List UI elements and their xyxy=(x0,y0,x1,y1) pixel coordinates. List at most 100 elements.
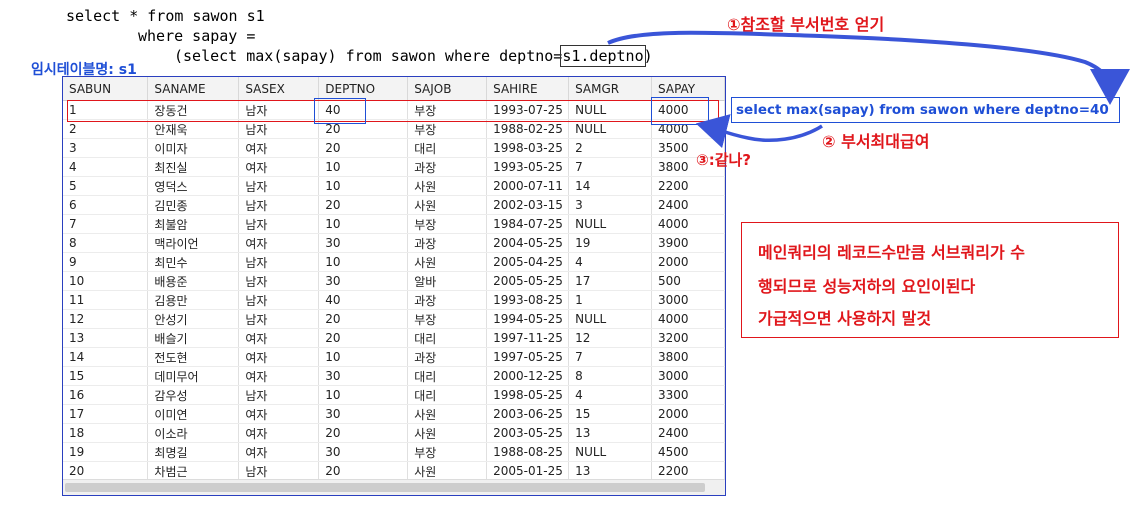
cell-sapay[interactable]: 3000 xyxy=(651,290,725,310)
cell-sasex[interactable]: 남자 xyxy=(238,176,320,196)
table-row[interactable]: 19 최명길 여자 30 부장 1988-08-25 NULL 4500 xyxy=(63,442,725,462)
cell-sasex[interactable]: 남자 xyxy=(238,271,320,291)
cell-deptno[interactable]: 40 xyxy=(318,290,409,310)
cell-sajob[interactable]: 부장 xyxy=(407,119,488,139)
cell-sasex[interactable]: 여자 xyxy=(238,347,320,367)
cell-saname[interactable]: 최불암 xyxy=(147,214,240,234)
cell-sasex[interactable]: 여자 xyxy=(238,442,320,462)
table-row[interactable]: 11 김용만 남자 40 과장 1993-08-25 1 3000 xyxy=(63,290,725,310)
cell-deptno[interactable]: 30 xyxy=(318,233,409,253)
cell-samgr[interactable]: NULL xyxy=(568,119,653,139)
cell-sajob[interactable]: 과장 xyxy=(407,233,488,253)
column-header-sasex[interactable]: SASEX xyxy=(238,77,320,101)
cell-sasex[interactable]: 남자 xyxy=(238,290,320,310)
cell-sapay[interactable]: 2200 xyxy=(651,461,725,481)
cell-sapay[interactable]: 4000 xyxy=(651,214,725,234)
cell-sabun[interactable]: 10 xyxy=(63,271,149,291)
cell-sahire[interactable]: 1998-03-25 xyxy=(486,138,570,158)
cell-sahire[interactable]: 1997-11-25 xyxy=(486,328,570,348)
scrollbar-thumb[interactable] xyxy=(65,483,705,492)
cell-sapay[interactable]: 2200 xyxy=(651,176,725,196)
cell-sapay[interactable]: 2400 xyxy=(651,423,725,443)
cell-samgr[interactable]: 4 xyxy=(568,385,653,405)
table-row[interactable]: 9 최민수 남자 10 사원 2005-04-25 4 2000 xyxy=(63,252,725,272)
cell-sajob[interactable]: 사원 xyxy=(407,252,488,272)
cell-saname[interactable]: 배용준 xyxy=(147,271,240,291)
column-header-sabun[interactable]: SABUN xyxy=(63,77,149,101)
cell-sasex[interactable]: 남자 xyxy=(238,385,320,405)
cell-samgr[interactable]: 13 xyxy=(568,423,653,443)
cell-sapay[interactable]: 2400 xyxy=(651,195,725,215)
cell-sapay[interactable]: 4000 xyxy=(651,309,725,329)
horizontal-scrollbar[interactable] xyxy=(63,479,725,495)
cell-samgr[interactable]: 7 xyxy=(568,157,653,177)
cell-sasex[interactable]: 여자 xyxy=(238,404,320,424)
cell-sabun[interactable]: 12 xyxy=(63,309,149,329)
cell-saname[interactable]: 안성기 xyxy=(147,309,240,329)
cell-sahire[interactable]: 2003-05-25 xyxy=(486,423,570,443)
cell-sahire[interactable]: 2005-04-25 xyxy=(486,252,570,272)
cell-deptno[interactable]: 30 xyxy=(318,442,409,462)
cell-deptno[interactable]: 20 xyxy=(318,195,409,215)
cell-sajob[interactable]: 사원 xyxy=(407,195,488,215)
cell-saname[interactable]: 감우성 xyxy=(147,385,240,405)
column-header-samgr[interactable]: SAMGR xyxy=(568,77,653,101)
cell-sapay[interactable]: 3200 xyxy=(651,328,725,348)
cell-saname[interactable]: 이미자 xyxy=(147,138,240,158)
table-row[interactable]: 2 안재욱 남자 20 부장 1988-02-25 NULL 4000 xyxy=(63,119,725,139)
cell-sapay[interactable]: 3000 xyxy=(651,366,725,386)
cell-samgr[interactable]: 4 xyxy=(568,252,653,272)
cell-deptno[interactable]: 20 xyxy=(318,423,409,443)
cell-sajob[interactable]: 과장 xyxy=(407,347,488,367)
cell-samgr[interactable]: 12 xyxy=(568,328,653,348)
cell-samgr[interactable]: 3 xyxy=(568,195,653,215)
cell-sahire[interactable]: 1994-05-25 xyxy=(486,309,570,329)
cell-sasex[interactable]: 남자 xyxy=(238,252,320,272)
cell-sabun[interactable]: 14 xyxy=(63,347,149,367)
table-row[interactable]: 13 배슬기 여자 20 대리 1997-11-25 12 3200 xyxy=(63,328,725,348)
cell-samgr[interactable]: 15 xyxy=(568,404,653,424)
cell-sahire[interactable]: 1993-08-25 xyxy=(486,290,570,310)
cell-sajob[interactable]: 알바 xyxy=(407,271,488,291)
cell-saname[interactable]: 영덕스 xyxy=(147,176,240,196)
cell-samgr[interactable]: 1 xyxy=(568,290,653,310)
cell-sabun[interactable]: 6 xyxy=(63,195,149,215)
cell-deptno[interactable]: 10 xyxy=(318,252,409,272)
cell-sajob[interactable]: 대리 xyxy=(407,138,488,158)
table-row[interactable]: 3 이미자 여자 20 대리 1998-03-25 2 3500 xyxy=(63,138,725,158)
cell-sasex[interactable]: 남자 xyxy=(238,309,320,329)
cell-sahire[interactable]: 2000-07-11 xyxy=(486,176,570,196)
cell-sabun[interactable]: 9 xyxy=(63,252,149,272)
cell-saname[interactable]: 전도현 xyxy=(147,347,240,367)
cell-deptno[interactable]: 20 xyxy=(318,328,409,348)
table-row[interactable]: 7 최불암 남자 10 부장 1984-07-25 NULL 4000 xyxy=(63,214,725,234)
cell-deptno[interactable]: 20 xyxy=(318,138,409,158)
table-row[interactable]: 6 김민종 남자 20 사원 2002-03-15 3 2400 xyxy=(63,195,725,215)
cell-sasex[interactable]: 남자 xyxy=(238,214,320,234)
cell-sahire[interactable]: 1997-05-25 xyxy=(486,347,570,367)
cell-sapay[interactable]: 500 xyxy=(651,271,725,291)
cell-samgr[interactable]: NULL xyxy=(568,442,653,462)
cell-saname[interactable]: 최진실 xyxy=(147,157,240,177)
cell-sapay[interactable]: 2000 xyxy=(651,252,725,272)
table-row[interactable]: 5 영덕스 남자 10 사원 2000-07-11 14 2200 xyxy=(63,176,725,196)
cell-sahire[interactable]: 2005-05-25 xyxy=(486,271,570,291)
cell-sabun[interactable]: 3 xyxy=(63,138,149,158)
cell-sapay[interactable]: 3900 xyxy=(651,233,725,253)
cell-deptno[interactable]: 30 xyxy=(318,271,409,291)
cell-sajob[interactable]: 대리 xyxy=(407,385,488,405)
cell-sabun[interactable]: 18 xyxy=(63,423,149,443)
cell-sapay[interactable]: 4500 xyxy=(651,442,725,462)
cell-sasex[interactable]: 남자 xyxy=(238,195,320,215)
cell-sabun[interactable]: 13 xyxy=(63,328,149,348)
cell-sabun[interactable]: 16 xyxy=(63,385,149,405)
table-row[interactable]: 18 이소라 여자 20 사원 2003-05-25 13 2400 xyxy=(63,423,725,443)
cell-saname[interactable]: 김용만 xyxy=(147,290,240,310)
cell-sasex[interactable]: 여자 xyxy=(238,233,320,253)
cell-sahire[interactable]: 1998-05-25 xyxy=(486,385,570,405)
table-row[interactable]: 16 감우성 남자 10 대리 1998-05-25 4 3300 xyxy=(63,385,725,405)
cell-samgr[interactable]: 2 xyxy=(568,138,653,158)
cell-saname[interactable]: 차범근 xyxy=(147,461,240,481)
cell-samgr[interactable]: NULL xyxy=(568,214,653,234)
column-header-sahire[interactable]: SAHIRE xyxy=(486,77,570,101)
